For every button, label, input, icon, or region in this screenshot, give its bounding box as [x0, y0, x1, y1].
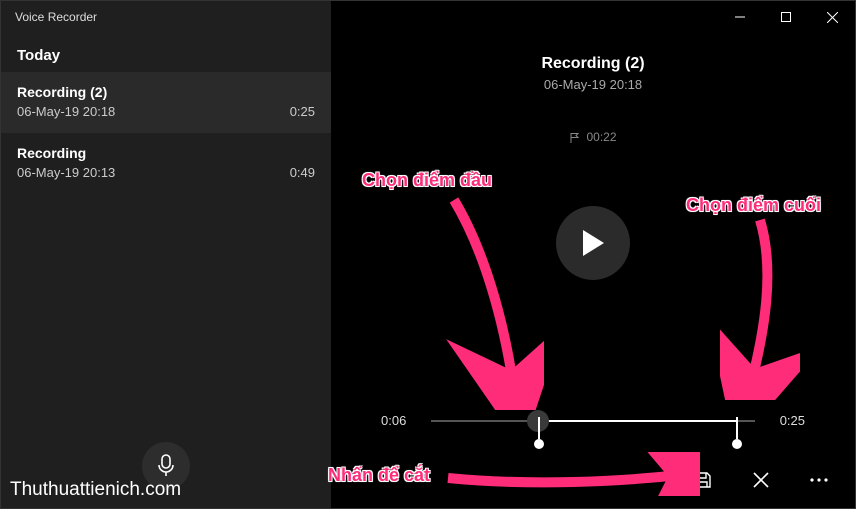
play-button[interactable] — [556, 206, 630, 280]
watermark: Thuthuattienich.com — [10, 479, 181, 501]
annotation-start-label: Chọn điểm đầu — [362, 170, 492, 191]
close-button[interactable] — [809, 1, 855, 33]
recording-item[interactable]: Recording (2) 06-May-19 20:18 0:25 — [1, 72, 331, 133]
recording-duration: 0:25 — [290, 104, 315, 119]
minimize-button[interactable] — [717, 1, 763, 33]
app-window: Voice Recorder Today Recording (2) 06-Ma… — [0, 0, 856, 509]
trim-track[interactable] — [431, 420, 755, 422]
trim-end-label: 0:25 — [771, 413, 805, 428]
annotation-end-label: Chọn điểm cuối — [686, 195, 821, 216]
close-icon — [753, 472, 769, 488]
recording-title: Recording — [17, 145, 315, 161]
maximize-button[interactable] — [763, 1, 809, 33]
trim-handle-start[interactable] — [538, 417, 540, 439]
play-icon — [580, 228, 606, 258]
recording-date: 06-May-19 20:18 — [17, 104, 115, 119]
recording-item[interactable]: Recording 06-May-19 20:13 0:49 — [1, 133, 331, 194]
trim-slider[interactable]: 0:06 0:25 — [331, 413, 855, 428]
more-button[interactable] — [805, 466, 833, 494]
save-icon — [694, 471, 712, 489]
recording-title: Recording (2) — [17, 84, 315, 100]
save-button[interactable] — [689, 466, 717, 494]
more-icon — [810, 478, 828, 482]
window-controls — [331, 1, 855, 33]
annotation-save-label: Nhấn để cắt — [328, 465, 430, 486]
app-title: Voice Recorder — [1, 1, 331, 33]
cancel-button[interactable] — [747, 466, 775, 494]
recording-duration: 0:49 — [290, 165, 315, 180]
detail-title: Recording (2) — [541, 55, 644, 73]
flag-icon — [569, 132, 580, 143]
trim-handle-end[interactable] — [736, 417, 738, 439]
sidebar: Voice Recorder Today Recording (2) 06-Ma… — [1, 1, 331, 508]
microphone-icon — [156, 454, 176, 478]
marker-time: 00:22 — [569, 130, 616, 144]
detail-pane: Recording (2) 06-May-19 20:18 00:22 0:06 — [331, 1, 855, 508]
section-header-today: Today — [1, 33, 331, 72]
recording-date: 06-May-19 20:13 — [17, 165, 115, 180]
detail-date: 06-May-19 20:18 — [544, 77, 642, 92]
action-bar — [689, 466, 833, 494]
trim-start-label: 0:06 — [381, 413, 415, 428]
trim-active-range — [538, 420, 736, 422]
